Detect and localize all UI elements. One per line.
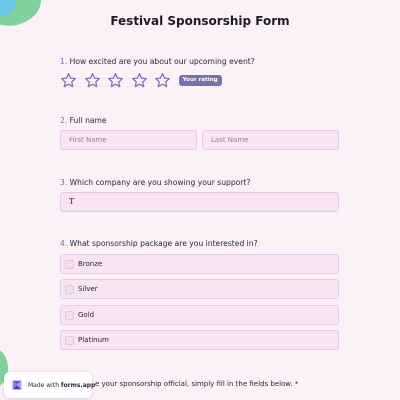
question-2-text: Full name <box>69 116 107 125</box>
checkbox[interactable] <box>65 259 74 269</box>
made-with-text: Made with forms.app <box>28 382 95 389</box>
company-input[interactable]: T <box>60 192 339 212</box>
rating-badge: Your rating <box>178 74 222 86</box>
package-option-label: Gold <box>78 311 95 319</box>
package-option-label: Silver <box>78 285 98 293</box>
package-option-silver[interactable]: Silver <box>60 279 339 299</box>
question-3-text: Which company are you showing your suppo… <box>69 178 251 187</box>
checkbox[interactable] <box>65 310 74 320</box>
package-option-bronze[interactable]: Bronze <box>60 254 339 274</box>
question-2: 2. Full name <box>60 116 107 125</box>
star-icon-4[interactable] <box>131 72 148 89</box>
package-option-gold[interactable]: Gold <box>60 305 339 325</box>
checkbox[interactable] <box>65 335 74 345</box>
question-1-number: 1. <box>60 57 68 66</box>
made-with-badge[interactable]: Made with forms.app <box>4 372 95 398</box>
made-with-prefix: Made with <box>28 381 59 389</box>
question-4: 4. What sponsorship package are you inte… <box>60 239 258 248</box>
question-1: 1. How excited are you about our upcomin… <box>60 57 255 66</box>
form-page: Festival Sponsorship Form 1. How excited… <box>0 0 400 400</box>
star-icon-1[interactable] <box>60 72 77 89</box>
question-2-number: 2. <box>60 116 68 125</box>
package-option-platinum[interactable]: Platinum <box>60 330 339 350</box>
checkbox[interactable] <box>65 284 74 294</box>
package-option-label: Bronze <box>78 260 103 268</box>
package-option-label: Platinum <box>78 336 109 344</box>
last-name-input[interactable]: Last Name <box>202 130 339 150</box>
star-icon-3[interactable] <box>107 72 124 89</box>
made-with-brand: forms.app <box>60 381 96 389</box>
form-title: Festival Sponsorship Form <box>110 14 290 28</box>
question-3: 3. Which company are you showing your su… <box>60 178 250 187</box>
question-3-number: 3. <box>60 178 68 187</box>
forms-app-logo-icon <box>10 378 24 392</box>
star-icon-5[interactable] <box>154 72 171 89</box>
star-icon-2[interactable] <box>84 72 101 89</box>
first-name-input[interactable]: First Name <box>60 130 197 150</box>
footer-instruction-text: e your sponsorship official, simply fill… <box>95 380 299 388</box>
question-1-text: How excited are you about our upcoming e… <box>69 57 255 66</box>
question-4-text: What sponsorship package are you interes… <box>69 239 258 248</box>
rating-stars: Your rating <box>60 70 222 90</box>
question-4-number: 4. <box>60 239 68 248</box>
